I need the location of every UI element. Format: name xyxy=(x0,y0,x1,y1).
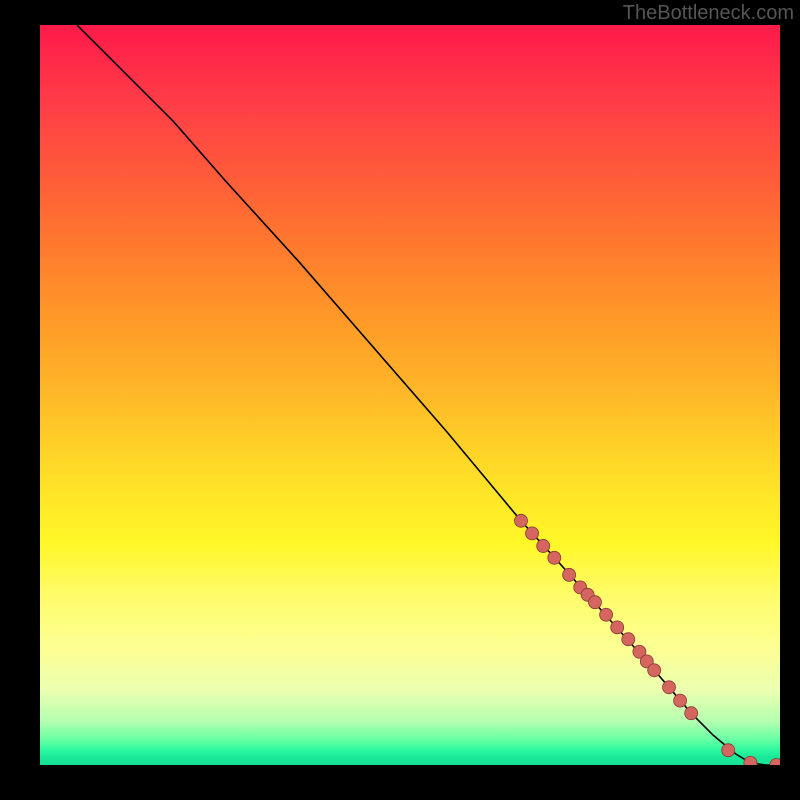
chart-marker xyxy=(548,551,561,564)
chart-marker xyxy=(515,514,528,527)
chart-marker xyxy=(563,568,576,581)
chart-marker xyxy=(685,707,698,720)
chart-plot-area xyxy=(40,25,780,765)
chart-marker xyxy=(526,527,539,540)
chart-marker xyxy=(622,633,635,646)
chart-marker xyxy=(589,596,602,609)
chart-overlay xyxy=(40,25,780,765)
chart-marker xyxy=(611,621,624,634)
chart-marker xyxy=(663,681,676,694)
chart-marker xyxy=(674,694,687,707)
chart-marker xyxy=(648,664,661,677)
chart-marker xyxy=(770,759,780,766)
chart-marker xyxy=(537,539,550,552)
chart-markers xyxy=(515,514,781,765)
chart-marker xyxy=(600,608,613,621)
chart-curve xyxy=(77,25,780,765)
watermark-text: TheBottleneck.com xyxy=(623,2,794,25)
chart-marker xyxy=(722,744,735,757)
chart-marker xyxy=(744,756,757,765)
